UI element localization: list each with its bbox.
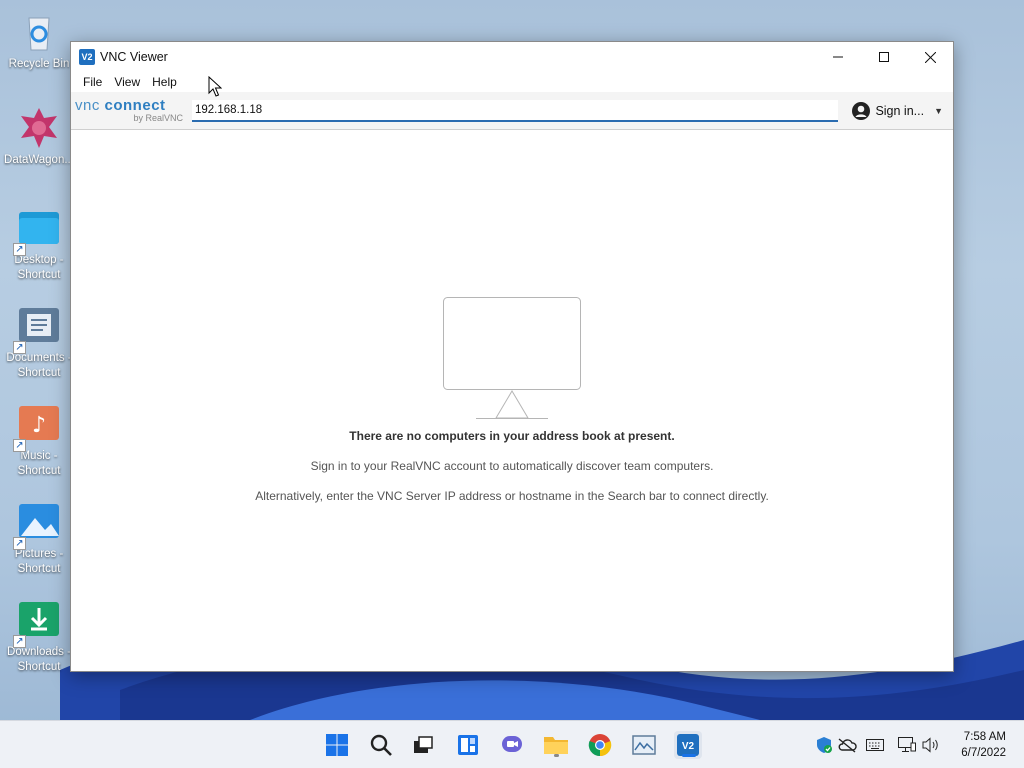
empty-state-heading: There are no computers in your address b…: [349, 429, 675, 443]
shortcut-arrow-icon: ↗: [13, 341, 26, 354]
desktop-icon-recycle-bin[interactable]: Recycle Bin: [2, 10, 76, 72]
title-bar[interactable]: V2 VNC Viewer: [71, 42, 953, 72]
widgets-button[interactable]: [454, 731, 482, 759]
pictures-folder-icon: ↗: [13, 500, 61, 550]
start-icon: [326, 734, 348, 756]
sign-in-label: Sign in...: [875, 103, 925, 118]
downloads-folder-icon: ↗: [13, 598, 61, 648]
onedrive-tray-button[interactable]: [837, 735, 857, 755]
vnc-viewer-taskbar-button[interactable]: V2: [674, 731, 702, 759]
maximize-button[interactable]: [861, 42, 907, 72]
desktop-icon-label: Documents - Shortcut: [6, 352, 71, 379]
brand-name-part2: connect: [104, 97, 166, 114]
desktop-icon-datawagon[interactable]: DataWagon...: [2, 106, 76, 168]
menu-bar: File View Help: [71, 72, 953, 92]
shortcut-arrow-icon: ↗: [13, 243, 26, 256]
address-book-area: There are no computers in your address b…: [71, 130, 953, 671]
shortcut-arrow-icon: ↗: [13, 439, 26, 452]
desktop-icon-label: Desktop - Shortcut: [14, 254, 64, 281]
taskbar: V2 7:58 AM 6/7/2022: [0, 720, 1024, 768]
desktop-icon-desktop-shortcut[interactable]: ↗ Desktop - Shortcut: [2, 206, 76, 283]
svg-text:V2: V2: [682, 741, 695, 752]
datawagon-icon: [17, 106, 61, 150]
mouse-cursor-icon: [208, 76, 222, 97]
documents-folder-icon: ↗: [13, 304, 61, 354]
clock-time: 7:58 AM: [963, 731, 1006, 743]
start-button[interactable]: [323, 731, 351, 759]
photos-button[interactable]: [630, 731, 658, 759]
taskbar-search-button[interactable]: [367, 731, 395, 759]
user-icon: [852, 101, 871, 120]
desktop-icon-documents-shortcut[interactable]: ↗ Documents - Shortcut: [2, 304, 76, 381]
music-folder-icon: ♪ ↗: [13, 402, 61, 452]
close-button[interactable]: [907, 42, 953, 72]
desktop-folder-icon: ↗: [13, 206, 61, 256]
vnc-connect-logo: vnc connect by RealVNC: [71, 98, 189, 123]
search-input[interactable]: [192, 99, 838, 122]
chrome-icon: [588, 734, 612, 757]
toolbar: vnc connect by RealVNC Sign in... ▼: [71, 92, 953, 130]
window-title: VNC Viewer: [100, 50, 168, 64]
vnc-viewer-icon: V2: [677, 734, 699, 756]
menu-file[interactable]: File: [77, 75, 108, 89]
chat-button[interactable]: [498, 731, 526, 759]
menu-help[interactable]: Help: [146, 75, 183, 89]
desktop-icon-label: Pictures - Shortcut: [14, 548, 64, 575]
desktop-icon-label: Downloads - Shortcut: [7, 646, 71, 673]
desktop-icon-label: Music - Shortcut: [17, 450, 61, 477]
vnc-viewer-window: V2 VNC Viewer File View Help vnc connect…: [70, 41, 954, 672]
defender-icon: [817, 737, 832, 753]
desktop-icon-label: DataWagon...: [4, 154, 74, 166]
desktop-icon-music-shortcut[interactable]: ♪ ↗ Music - Shortcut: [2, 402, 76, 479]
empty-state-line2: Alternatively, enter the VNC Server IP a…: [255, 489, 769, 503]
minimize-button[interactable]: [815, 42, 861, 72]
menu-view[interactable]: View: [108, 75, 146, 89]
chevron-down-icon: ▼: [934, 105, 943, 116]
onedrive-icon: [838, 738, 857, 753]
svg-text:♪: ♪: [32, 413, 46, 438]
task-view-icon: [414, 736, 433, 753]
search-icon: [370, 734, 392, 756]
network-icon: [898, 737, 916, 752]
running-indicator: [554, 754, 559, 757]
chat-icon: [502, 736, 522, 752]
brand-name-part1: vnc: [75, 97, 100, 114]
chrome-button[interactable]: [586, 731, 614, 759]
empty-state-line1: Sign in to your RealVNC account to autom…: [310, 459, 714, 473]
recycle-bin-icon: [17, 10, 61, 54]
defender-tray-button[interactable]: [814, 735, 834, 755]
desktop-icon-label: Recycle Bin: [8, 58, 70, 70]
minimize-icon: [833, 56, 843, 58]
widgets-icon: [458, 735, 478, 755]
volume-tray-button[interactable]: [921, 735, 941, 755]
clock-date: 6/7/2022: [961, 747, 1006, 759]
system-clock[interactable]: 7:58 AM 6/7/2022: [961, 729, 1006, 761]
keyboard-icon: [866, 739, 884, 751]
brand-tagline: by RealVNC: [133, 113, 183, 123]
desktop-icon-downloads-shortcut[interactable]: ↗ Downloads - Shortcut: [2, 598, 76, 675]
vnc-viewer-app-icon: V2: [79, 49, 95, 65]
task-view-button[interactable]: [409, 731, 437, 759]
volume-icon: [922, 737, 938, 753]
monitor-icon: [443, 297, 581, 419]
desktop-icon-pictures-shortcut[interactable]: ↗ Pictures - Shortcut: [2, 500, 76, 577]
shortcut-arrow-icon: ↗: [13, 537, 26, 550]
shortcut-arrow-icon: ↗: [13, 635, 26, 648]
maximize-icon: [879, 52, 889, 62]
close-icon: [924, 51, 936, 63]
sign-in-button[interactable]: Sign in... ▼: [852, 101, 943, 120]
file-explorer-button[interactable]: [542, 731, 570, 759]
keyboard-tray-button[interactable]: [865, 735, 885, 755]
network-tray-button[interactable]: [897, 735, 917, 755]
active-indicator: [682, 754, 696, 757]
photos-icon: [632, 735, 656, 755]
